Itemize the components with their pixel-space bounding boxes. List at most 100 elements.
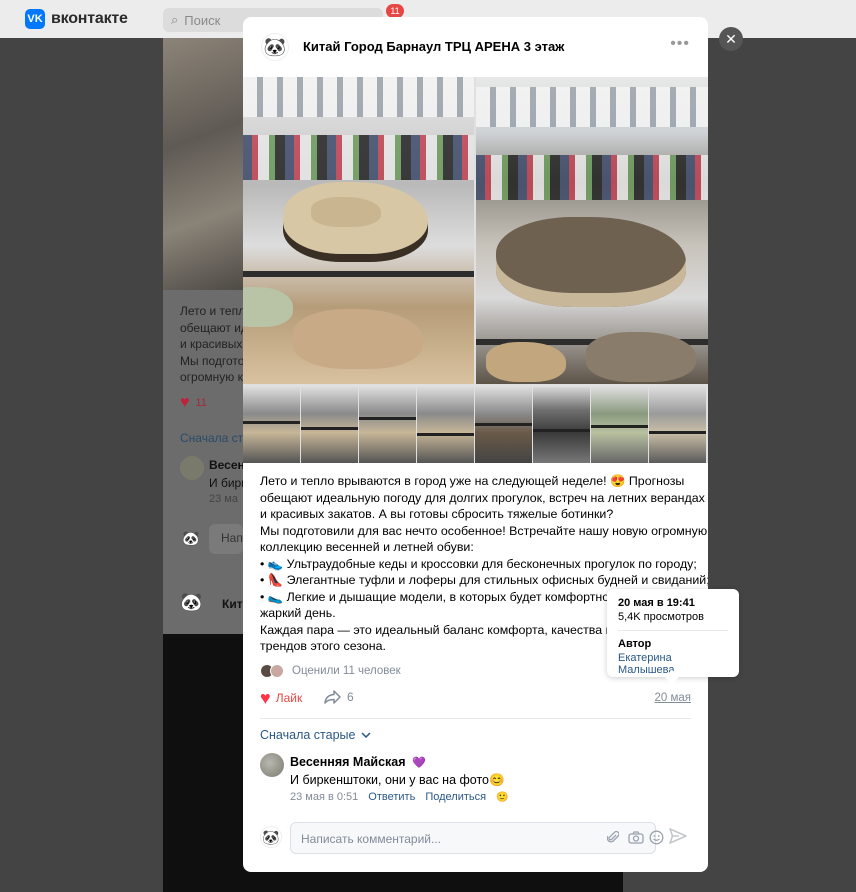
tooltip-divider xyxy=(618,630,728,631)
photo-thumbnail[interactable] xyxy=(301,387,358,463)
reactor-avatar xyxy=(270,664,284,678)
photo-thumbnail[interactable] xyxy=(533,387,590,463)
background-like-button: ♥ 11 xyxy=(180,394,207,412)
photo-shelf-edge xyxy=(301,427,358,430)
post-text-line: Мы подготовили для вас нечто особенное! … xyxy=(260,523,708,538)
reactions-summary-text: Оценили 11 человек xyxy=(292,665,401,677)
vk-logo-icon: VK xyxy=(25,9,45,29)
photo-thumbnail[interactable] xyxy=(649,387,706,463)
paperclip-icon[interactable] xyxy=(605,829,621,845)
reactions-summary[interactable]: Оценили 11 человек xyxy=(260,664,401,678)
background-post-text-line: Мы подгото xyxy=(180,354,245,368)
comment-item: Весенняя Майская 💜 И биркенштоки, они у … xyxy=(260,753,691,813)
photo-ceiling-lights xyxy=(476,87,708,127)
photo-sandal xyxy=(243,287,293,327)
background-comment-input: Нап xyxy=(209,524,243,554)
photo-thumbnail[interactable] xyxy=(475,387,532,463)
reaction-icon[interactable]: 🙂 xyxy=(496,792,508,803)
comment-author[interactable]: Весенняя Майская 💜 xyxy=(290,755,426,769)
group-name-link[interactable]: Китай Город Барнаул ТРЦ АРЕНА 3 этаж xyxy=(303,39,564,54)
heart-icon: ♥ xyxy=(260,688,271,708)
photo-sandal xyxy=(293,309,423,369)
photo-thumbnail[interactable] xyxy=(591,387,648,463)
search-placeholder: Поиск xyxy=(184,12,221,28)
tooltip-datetime: 20 мая в 19:41 xyxy=(618,597,695,609)
photo-sandal xyxy=(486,342,566,382)
send-icon xyxy=(669,828,687,844)
background-post-text-line: обещают ид xyxy=(180,321,248,335)
smile-icon[interactable] xyxy=(648,829,664,845)
group-avatar[interactable]: 🐼 xyxy=(261,33,289,61)
search-icon: ⌕ xyxy=(171,12,179,27)
share-icon xyxy=(324,690,341,704)
current-user-avatar: 🐼 xyxy=(260,826,282,848)
heart-icon: ♥ xyxy=(180,394,190,411)
photo-clothes-rack xyxy=(243,135,474,180)
chevron-down-icon xyxy=(361,732,371,738)
comment-input-row: 🐼 Написать комментарий... xyxy=(260,822,691,854)
comments-sort-label: Сначала старые xyxy=(260,728,356,742)
photo-thumbnail[interactable] xyxy=(417,387,474,463)
background-post-text-line: огромную к xyxy=(180,370,243,384)
comment-avatar[interactable] xyxy=(260,753,284,777)
photo-shelf-edge xyxy=(475,423,532,426)
photo-thumbnail[interactable] xyxy=(359,387,416,463)
like-button[interactable]: ♥ Лайк xyxy=(260,689,302,707)
vk-logo[interactable]: VK вконтакте xyxy=(25,9,128,29)
post-text-line: обещают идеальную погоду для долгих прог… xyxy=(260,490,705,505)
notifications-badge[interactable]: 11 xyxy=(386,4,404,18)
more-options-icon[interactable]: ••• xyxy=(670,35,690,53)
background-author-avatar: 🐼 xyxy=(180,592,203,612)
photo-sandal xyxy=(496,217,686,307)
photo-thumbnail[interactable] xyxy=(243,387,300,463)
photo-main-right[interactable] xyxy=(476,77,708,384)
photo-shelf-edge xyxy=(359,417,416,420)
like-label: Лайк xyxy=(275,691,303,705)
panda-avatar-icon: 🐼 xyxy=(262,828,280,845)
post-date-link[interactable]: 20 мая xyxy=(654,692,691,704)
background-post-text-line: и красивых xyxy=(180,337,243,351)
comment-text: И биркенштоки, они у вас на фото😊 xyxy=(290,773,505,787)
divider xyxy=(260,718,691,719)
post-text-line: и красивых закатов. А вы готовы сбросить… xyxy=(260,507,614,521)
heart-badge-icon: 💜 xyxy=(412,757,426,769)
photo-shelf-edge xyxy=(591,425,648,428)
post-photo-grid xyxy=(243,77,708,463)
photo-sandal xyxy=(586,332,696,382)
photo-clothes-rack xyxy=(476,155,708,200)
vk-logo-text: вконтакте xyxy=(51,10,128,27)
reactors-avatars xyxy=(260,664,286,678)
post-actions: ♥ Лайк 6 20 мая xyxy=(260,689,691,711)
camera-icon[interactable] xyxy=(628,829,644,845)
reply-button[interactable]: Ответить xyxy=(368,791,415,803)
photo-shelf-edge xyxy=(243,271,474,277)
post-text-line: • 👠 Элегантные туфли и лоферы для стильн… xyxy=(260,573,708,587)
comment-date[interactable]: 23 мая в 0:51 xyxy=(290,791,358,803)
post-text-line: Лето и тепло врываются в город уже на сл… xyxy=(260,474,685,488)
tooltip-author-link[interactable]: Екатерина Малышева xyxy=(618,652,728,676)
photo-sandal-strap xyxy=(311,197,381,227)
tooltip-views: 5,4K просмотров xyxy=(618,611,704,623)
send-button[interactable] xyxy=(669,828,689,848)
post-text-line: • 👟 Ультраудобные кеды и кроссовки для б… xyxy=(260,556,697,571)
background-author-name: Кит xyxy=(222,597,243,611)
comment-author-name: Весенняя Майская xyxy=(290,755,406,769)
background-post-photo xyxy=(163,38,243,290)
close-button[interactable]: ✕ xyxy=(719,27,743,51)
post-date-tooltip: 20 мая в 19:41 5,4K просмотров Автор Ека… xyxy=(607,589,739,677)
photo-shelf-edge xyxy=(533,429,590,432)
photo-shelf-edge xyxy=(243,421,300,424)
share-comment-button[interactable]: Поделиться xyxy=(425,791,486,803)
background-user-avatar: 🐼 xyxy=(182,530,200,546)
share-count: 6 xyxy=(347,690,354,704)
share-button[interactable]: 6 xyxy=(324,690,354,704)
close-icon: ✕ xyxy=(725,30,737,47)
comments-sort-dropdown[interactable]: Сначала старые xyxy=(260,728,371,742)
photo-main-left[interactable] xyxy=(243,77,474,384)
background-comment-date: 23 ма xyxy=(209,493,238,505)
post-modal: 🐼 Китай Город Барнаул ТРЦ АРЕНА 3 этаж •… xyxy=(243,17,708,872)
comment-input[interactable]: Написать комментарий... xyxy=(290,822,656,854)
photo-ceiling-lights xyxy=(243,77,474,117)
panda-avatar-icon: 🐼 xyxy=(263,36,287,57)
tooltip-author-label: Автор xyxy=(618,638,652,650)
